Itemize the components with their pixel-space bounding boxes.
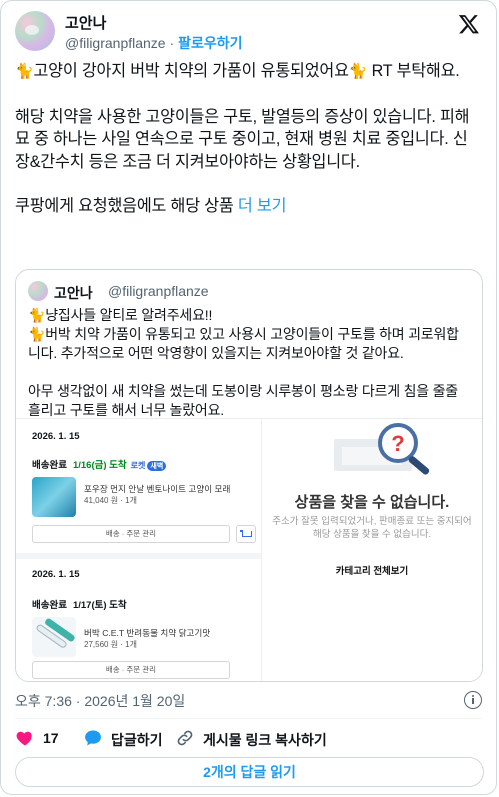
cat-emoji-icon: 🐈 [15, 63, 34, 80]
product-image [32, 617, 76, 657]
product-not-found-panel: ? 상품을 찾을 수 없습니다. 주소가 잘못 입력되었거나, 판매종료 또는 … [262, 419, 482, 681]
x-logo-icon[interactable] [458, 13, 480, 35]
order-separator [16, 553, 261, 559]
like-count: 17 [43, 730, 59, 746]
follow-button[interactable]: 팔로우하기 [178, 35, 242, 51]
product-price: 27,560 원 · 1개 [84, 640, 137, 649]
rocket-label: 로켓 [130, 461, 146, 470]
reply-label: 답글하기 [111, 732, 163, 748]
quoted-line3: 아무 생각없이 새 치약을 썼는데 도봉이랑 시루봉이 평소랑 다르게 침을 줄… [28, 383, 458, 418]
tweet-line1-tail: RT 부탁해요. [367, 62, 460, 80]
action-bar: 17 답글하기 게시물 링크 복사하기 [15, 728, 485, 748]
quoted-avatar [28, 281, 48, 301]
product-price: 41,040 원 · 1개 [84, 496, 137, 505]
delivery-date: 1/17(토) 도착 [72, 600, 127, 611]
product-name: 버박 C.E.T 반려동물 치약 닭고기맛 [84, 628, 211, 638]
tweet-card: 고안나 @filigranpflanze · 팔로우하기 🐈고양이 강아지 버박… [0, 0, 497, 795]
order-card: 2026. 1. 15 배송완료 1/17(토) 도착 버박 C.E.T 반려동물… [22, 565, 261, 681]
order-manage-button[interactable]: 배송 · 주문 관리 [32, 525, 230, 543]
tweet-line1: 고양이 강아지 버박 치약의 가품이 유통되었어요 [33, 62, 349, 80]
order-date: 2026. 1. 15 [32, 431, 80, 442]
divider [15, 718, 482, 719]
status-label: 배송완료 [32, 600, 67, 611]
reply-button[interactable]: 답글하기 [83, 728, 183, 748]
like-button[interactable]: 17 [15, 728, 75, 748]
handle-row: @filigranpflanze · 팔로우하기 [65, 33, 242, 53]
not-found-title: 상품을 찾을 수 없습니다. [294, 494, 450, 511]
cat-emoji-icon: 🐈 [28, 326, 46, 342]
quoted-display-name: 고안나 [54, 285, 93, 301]
order-manage-button[interactable]: 배송 · 주문 관리 [32, 661, 230, 679]
category-all-link[interactable]: 카테고리 전체보기 [262, 563, 482, 577]
quoted-line1: 냥집사들 알티로 알려주세요!! [45, 307, 213, 323]
copy-link-button[interactable]: 게시물 링크 복사하기 [175, 728, 345, 748]
display-name[interactable]: 고안나 [65, 12, 106, 33]
order-status: 배송완료 1/17(토) 도착 [32, 597, 127, 611]
avatar[interactable] [15, 11, 55, 51]
delivery-date: 1/16(금) 도착 [72, 460, 127, 471]
quoted-tweet[interactable]: 고안나 @filigranpflanze 🐈냥집사들 알티로 알려주세요!! 🐈… [15, 269, 483, 682]
not-found-description: 주소가 잘못 입력되었거나, 판매종료 또는 중지되어 해당 상품을 찾을 수 … [262, 515, 482, 541]
not-found-desc-line2: 해당 상품을 찾을 수 없습니다. [312, 529, 432, 540]
info-icon[interactable] [464, 691, 482, 709]
rocket-badge: 새벽 [147, 461, 167, 471]
tweet-paragraph-2: 해당 치약을 사용한 고양이들은 구토, 발열등의 증상이 있습니다. 피해묘 … [15, 107, 470, 171]
not-found-desc-line1: 주소가 잘못 입력되었거나, 판매종료 또는 중지되어 [272, 516, 472, 527]
tweet-paragraph-3: 쿠팡에게 요청했음에도 해당 상품 [15, 197, 238, 215]
cat-emoji-icon: 🐈 [348, 63, 368, 80]
order-date: 2026. 1. 15 [32, 569, 80, 580]
handle[interactable]: @filigranpflanze [65, 35, 166, 51]
quoted-line2: 버박 치약 가품이 유통되고 있고 사용시 고양이들이 구토를 하며 괴로워합니… [28, 326, 459, 361]
copy-link-label: 게시물 링크 복사하기 [203, 732, 327, 748]
read-replies-button[interactable]: 2개의 답글 읽기 [15, 757, 484, 787]
magnifier-question-icon: ? [334, 423, 430, 475]
order-card: 2026. 1. 15 배송완료 1/16(금) 도착 로켓 새벽 포우장 먼지 안날… [22, 429, 261, 549]
tweet-header: 고안나 @filigranpflanze · 팔로우하기 [15, 9, 482, 53]
quoted-text: 🐈냥집사들 알티로 알려주세요!! 🐈버박 치약 가품이 유통되고 있고 사용시… [28, 306, 470, 420]
status-label: 배송완료 [32, 460, 67, 471]
heart-icon [16, 731, 32, 746]
attached-image[interactable]: 2026. 1. 15 배송완료 1/16(금) 도착 로켓 새벽 포우장 먼지 안날… [16, 418, 482, 681]
quoted-handle: @filigranpflanze [108, 283, 209, 299]
svg-text:?: ? [391, 431, 404, 456]
separator-dot: · [169, 35, 175, 51]
cat-emoji-icon: 🐈 [28, 307, 46, 323]
comment-icon [85, 730, 101, 746]
timestamp[interactable]: 오후 7:36 · 2026년 1월 20일 [15, 691, 185, 711]
order-status: 배송완료 1/16(금) 도착 로켓 새벽 [32, 457, 167, 471]
show-more-link[interactable]: 더 보기 [238, 197, 287, 215]
link-icon [177, 730, 193, 746]
tweet-text: 🐈고양이 강아지 버박 치약의 가품이 유통되었어요🐈 RT 부탁해요. 해당 … [15, 60, 482, 218]
product-image [32, 477, 76, 517]
cart-icon[interactable] [236, 525, 256, 543]
product-name: 포우장 먼지 안날 벤토나이트 고양이 모래 [84, 484, 231, 494]
